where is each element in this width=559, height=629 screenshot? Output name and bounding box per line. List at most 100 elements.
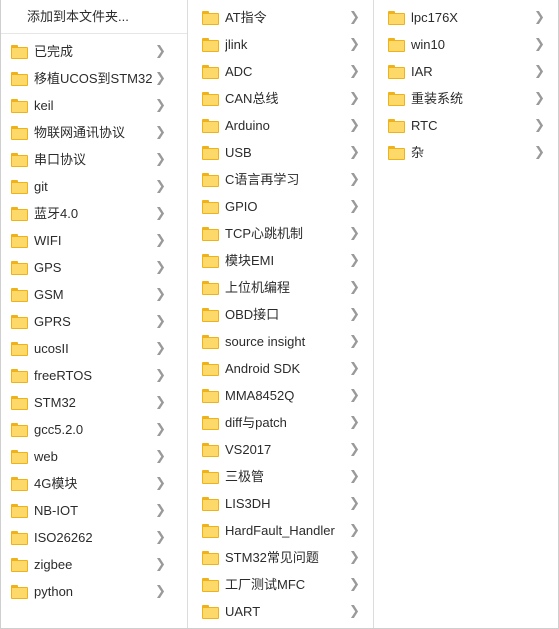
menu-item-folder[interactable]: Arduino ❯ <box>188 112 373 139</box>
chevron-right-icon[interactable]: ❯ <box>349 551 360 564</box>
chevron-right-icon[interactable]: ❯ <box>155 207 166 220</box>
menu-item-folder[interactable]: RTC ❯ <box>374 112 558 139</box>
chevron-right-icon[interactable]: ❯ <box>349 173 360 186</box>
menu-item-folder[interactable]: VS2017 ❯ <box>188 436 373 463</box>
chevron-right-icon[interactable]: ❯ <box>349 416 360 429</box>
menu-item-folder[interactable]: WIFI ❯ <box>1 227 187 254</box>
chevron-right-icon[interactable]: ❯ <box>349 281 360 294</box>
chevron-right-icon[interactable]: ❯ <box>349 146 360 159</box>
chevron-right-icon[interactable]: ❯ <box>534 38 545 51</box>
menu-item-folder[interactable]: GSM ❯ <box>1 281 187 308</box>
chevron-right-icon[interactable]: ❯ <box>349 227 360 240</box>
menu-item-folder[interactable]: source insight ❯ <box>188 328 373 355</box>
chevron-right-icon[interactable]: ❯ <box>534 92 545 105</box>
chevron-right-icon[interactable]: ❯ <box>349 605 360 618</box>
menu-item-folder[interactable]: lpc176X ❯ <box>374 4 558 31</box>
chevron-right-icon[interactable]: ❯ <box>534 119 545 132</box>
menu-item-folder[interactable]: 重装系统 ❯ <box>374 85 558 112</box>
chevron-right-icon[interactable]: ❯ <box>349 254 360 267</box>
chevron-right-icon[interactable]: ❯ <box>349 11 360 24</box>
menu-item-folder[interactable]: TCP心跳机制 ❯ <box>188 220 373 247</box>
chevron-right-icon[interactable]: ❯ <box>155 234 166 247</box>
chevron-right-icon[interactable]: ❯ <box>534 65 545 78</box>
chevron-right-icon[interactable]: ❯ <box>349 470 360 483</box>
menu-item-folder[interactable]: IAR ❯ <box>374 58 558 85</box>
chevron-right-icon[interactable]: ❯ <box>155 99 166 112</box>
menu-item-folder[interactable]: git ❯ <box>1 173 187 200</box>
chevron-right-icon[interactable]: ❯ <box>349 362 360 375</box>
menu-item-folder[interactable]: Android SDK ❯ <box>188 355 373 382</box>
chevron-right-icon[interactable]: ❯ <box>349 65 360 78</box>
chevron-right-icon[interactable]: ❯ <box>349 38 360 51</box>
menu-item-folder[interactable]: 蓝牙4.0 ❯ <box>1 200 187 227</box>
chevron-right-icon[interactable]: ❯ <box>155 342 166 355</box>
chevron-right-icon[interactable]: ❯ <box>349 497 360 510</box>
menu-item-folder[interactable]: STM32 ❯ <box>1 389 187 416</box>
menu-item-folder[interactable]: ucosII ❯ <box>1 335 187 362</box>
chevron-right-icon[interactable]: ❯ <box>349 92 360 105</box>
menu-item-folder[interactable]: 工厂测试MFC ❯ <box>188 571 373 598</box>
chevron-right-icon[interactable]: ❯ <box>155 558 166 571</box>
menu-item-folder[interactable]: HardFault_Handler ❯ <box>188 517 373 544</box>
chevron-right-icon[interactable]: ❯ <box>155 153 166 166</box>
chevron-right-icon[interactable]: ❯ <box>155 45 166 58</box>
chevron-right-icon[interactable]: ❯ <box>155 396 166 409</box>
chevron-right-icon[interactable]: ❯ <box>155 423 166 436</box>
chevron-right-icon[interactable]: ❯ <box>155 72 166 85</box>
menu-item-folder[interactable]: C语言再学习 ❯ <box>188 166 373 193</box>
menu-item-folder[interactable]: 模块EMI ❯ <box>188 247 373 274</box>
menu-item-folder[interactable]: python ❯ <box>1 578 187 605</box>
menu-item-folder[interactable]: 三极管 ❯ <box>188 463 373 490</box>
menu-item-folder[interactable]: GPS ❯ <box>1 254 187 281</box>
chevron-right-icon[interactable]: ❯ <box>155 315 166 328</box>
menu-item-folder[interactable]: keil ❯ <box>1 92 187 119</box>
menu-item-folder[interactable]: gcc5.2.0 ❯ <box>1 416 187 443</box>
chevron-right-icon[interactable]: ❯ <box>155 477 166 490</box>
menu-item-folder[interactable]: diff与patch ❯ <box>188 409 373 436</box>
chevron-right-icon[interactable]: ❯ <box>349 389 360 402</box>
menu-item-folder[interactable]: 杂 ❯ <box>374 139 558 166</box>
menu-item-folder[interactable]: web ❯ <box>1 443 187 470</box>
menu-item-folder[interactable]: 物联网通讯协议 ❯ <box>1 119 187 146</box>
chevron-right-icon[interactable]: ❯ <box>349 200 360 213</box>
chevron-right-icon[interactable]: ❯ <box>534 11 545 24</box>
menu-item-folder[interactable]: jlink ❯ <box>188 31 373 58</box>
menu-item-folder[interactable]: USB ❯ <box>188 139 373 166</box>
menu-item-folder[interactable]: OBD接口 ❯ <box>188 301 373 328</box>
menu-item-folder[interactable]: AT指令 ❯ <box>188 4 373 31</box>
chevron-right-icon[interactable]: ❯ <box>155 531 166 544</box>
chevron-right-icon[interactable]: ❯ <box>155 180 166 193</box>
chevron-right-icon[interactable]: ❯ <box>349 524 360 537</box>
chevron-right-icon[interactable]: ❯ <box>155 504 166 517</box>
menu-item-folder[interactable]: ADC ❯ <box>188 58 373 85</box>
menu-item-folder[interactable]: 上位机编程 ❯ <box>188 274 373 301</box>
chevron-right-icon[interactable]: ❯ <box>155 585 166 598</box>
menu-item-folder[interactable]: 4G模块 ❯ <box>1 470 187 497</box>
menu-item-folder[interactable]: CAN总线 ❯ <box>188 85 373 112</box>
menu-item-folder[interactable]: win10 ❯ <box>374 31 558 58</box>
chevron-right-icon[interactable]: ❯ <box>534 146 545 159</box>
chevron-right-icon[interactable]: ❯ <box>349 119 360 132</box>
menu-item-folder[interactable]: ISO26262 ❯ <box>1 524 187 551</box>
chevron-right-icon[interactable]: ❯ <box>155 126 166 139</box>
menu-item-folder[interactable]: GPIO ❯ <box>188 193 373 220</box>
menu-item-folder[interactable]: LIS3DH ❯ <box>188 490 373 517</box>
chevron-right-icon[interactable]: ❯ <box>349 308 360 321</box>
chevron-right-icon[interactable]: ❯ <box>349 335 360 348</box>
menu-item-folder[interactable]: 已完成 ❯ <box>1 38 187 65</box>
chevron-right-icon[interactable]: ❯ <box>349 443 360 456</box>
menu-item-folder[interactable]: 串口协议 ❯ <box>1 146 187 173</box>
chevron-right-icon[interactable]: ❯ <box>155 369 166 382</box>
menu-item-folder[interactable]: GPRS ❯ <box>1 308 187 335</box>
chevron-right-icon[interactable]: ❯ <box>349 578 360 591</box>
menu-item-folder[interactable]: MMA8452Q ❯ <box>188 382 373 409</box>
menu-item-folder[interactable]: UART ❯ <box>188 598 373 625</box>
chevron-right-icon[interactable]: ❯ <box>155 261 166 274</box>
menu-item-folder[interactable]: freeRTOS ❯ <box>1 362 187 389</box>
menu-item-folder[interactable]: 移植UCOS到STM32 ❯ <box>1 65 187 92</box>
menu-item-folder[interactable]: NB-IOT ❯ <box>1 497 187 524</box>
chevron-right-icon[interactable]: ❯ <box>155 450 166 463</box>
menu-item-folder[interactable]: STM32常见问题 ❯ <box>188 544 373 571</box>
menu-item-folder[interactable]: zigbee ❯ <box>1 551 187 578</box>
chevron-right-icon[interactable]: ❯ <box>155 288 166 301</box>
